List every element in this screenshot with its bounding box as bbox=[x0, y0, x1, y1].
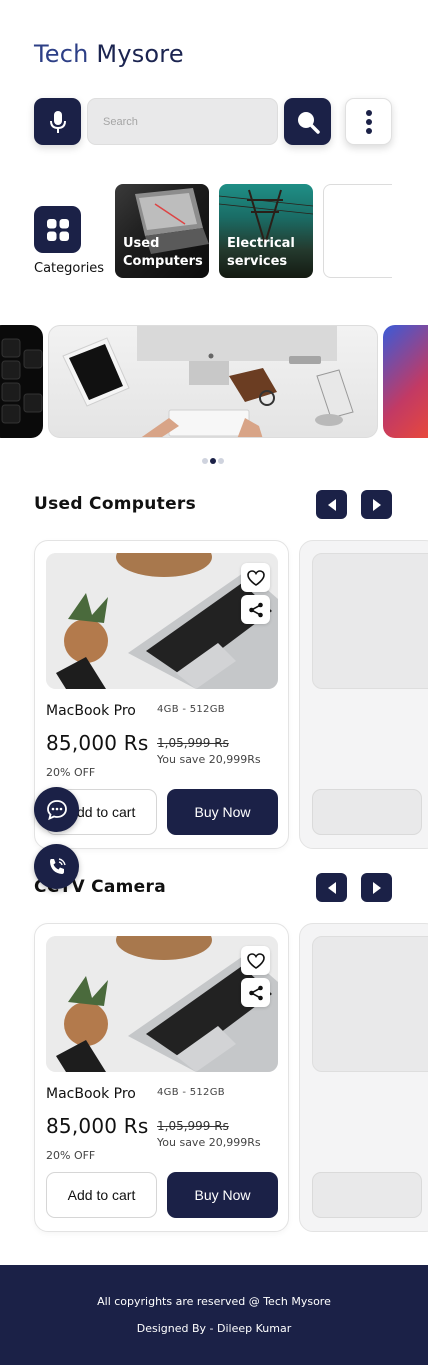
carousel-dot[interactable] bbox=[202, 458, 208, 464]
keyboard-image bbox=[1, 338, 43, 424]
grid-icon bbox=[46, 218, 69, 241]
chat-bubble-icon bbox=[46, 799, 67, 820]
carousel-dot[interactable] bbox=[218, 458, 224, 464]
search-button[interactable] bbox=[284, 98, 331, 145]
product-savings: You save 20,999Rs bbox=[157, 753, 261, 766]
triangle-left-icon bbox=[327, 498, 336, 511]
buy-now-button[interactable]: Buy Now bbox=[167, 1172, 278, 1218]
add-to-cart-button[interactable]: Add to cart bbox=[46, 1172, 157, 1218]
product-price: 85,000 Rs bbox=[46, 731, 149, 755]
product-original-price: 1,05,999 Rs bbox=[157, 1119, 229, 1133]
carousel-slide-previous[interactable] bbox=[0, 325, 43, 438]
brand-part-tech: Tech bbox=[34, 40, 89, 68]
product-discount: 20% OFF bbox=[46, 766, 96, 779]
search-field[interactable] bbox=[87, 98, 278, 145]
category-label: Used Computers bbox=[123, 236, 203, 269]
carousel-slide-next[interactable] bbox=[383, 325, 428, 438]
buy-now-button[interactable]: Buy Now bbox=[167, 789, 278, 835]
triangle-right-icon bbox=[372, 881, 381, 894]
microphone-icon bbox=[49, 110, 66, 133]
share-button[interactable] bbox=[241, 595, 270, 624]
placeholder-button bbox=[312, 1172, 422, 1218]
footer-credits: Designed By - Dileep Kumar bbox=[136, 1322, 292, 1335]
scroll-left-button[interactable] bbox=[316, 490, 347, 519]
category-used-computers[interactable]: Used Computers bbox=[115, 184, 209, 278]
call-button[interactable] bbox=[34, 844, 79, 889]
share-icon bbox=[248, 602, 263, 617]
product-price: 85,000 Rs bbox=[46, 1114, 149, 1138]
product-discount: 20% OFF bbox=[46, 1149, 96, 1162]
product-name: MacBook Pro bbox=[46, 1086, 136, 1102]
placeholder-image bbox=[312, 936, 428, 1072]
scroll-right-button[interactable] bbox=[361, 873, 392, 902]
share-button[interactable] bbox=[241, 978, 270, 1007]
product-savings: You save 20,999Rs bbox=[157, 1136, 261, 1149]
scroll-left-button[interactable] bbox=[316, 873, 347, 902]
product-spec: 4GB - 512GB bbox=[157, 1087, 225, 1098]
share-icon bbox=[248, 985, 263, 1000]
chat-button[interactable] bbox=[34, 787, 79, 832]
favorite-button[interactable] bbox=[241, 946, 270, 975]
footer: All copyrights are reserved @ Tech Mysor… bbox=[0, 1265, 428, 1365]
carousel-pagination bbox=[202, 458, 224, 464]
product-card-placeholder[interactable] bbox=[299, 923, 428, 1232]
footer-copyright: All copyrights are reserved @ Tech Mysor… bbox=[97, 1295, 331, 1308]
voice-search-button[interactable] bbox=[34, 98, 81, 145]
category-label: Electrical services bbox=[227, 236, 295, 269]
more-vertical-icon bbox=[365, 109, 372, 134]
heart-icon bbox=[246, 952, 265, 969]
categories-label: Categories bbox=[34, 261, 105, 276]
section-title-used-computers: Used Computers bbox=[34, 494, 197, 514]
product-spec: 4GB - 512GB bbox=[157, 704, 225, 715]
favorite-button[interactable] bbox=[241, 563, 270, 592]
desk-workspace-image bbox=[62, 326, 354, 437]
categories-button[interactable] bbox=[34, 206, 81, 253]
product-card[interactable]: MacBook Pro 4GB - 512GB 85,000 Rs 1,05,9… bbox=[34, 923, 289, 1232]
product-original-price: 1,05,999 Rs bbox=[157, 736, 229, 750]
carousel-slide-current[interactable] bbox=[48, 325, 378, 438]
product-name: MacBook Pro bbox=[46, 703, 136, 719]
search-input[interactable] bbox=[88, 99, 277, 144]
scroll-right-button[interactable] bbox=[361, 490, 392, 519]
search-icon bbox=[297, 111, 320, 134]
category-electrical-services[interactable]: Electrical services bbox=[219, 184, 313, 278]
more-menu-button[interactable] bbox=[345, 98, 392, 145]
brand-part-mysore: Mysore bbox=[96, 40, 184, 68]
product-card-placeholder[interactable] bbox=[299, 540, 428, 849]
carousel-dot-active[interactable] bbox=[210, 458, 216, 464]
heart-icon bbox=[246, 569, 265, 586]
phone-ringing-icon bbox=[49, 857, 66, 874]
category-placeholder-card[interactable] bbox=[323, 184, 392, 278]
triangle-right-icon bbox=[372, 498, 381, 511]
placeholder-image bbox=[312, 553, 428, 689]
triangle-left-icon bbox=[327, 881, 336, 894]
placeholder-button bbox=[312, 789, 422, 835]
app-title: Tech Mysore bbox=[34, 40, 184, 68]
